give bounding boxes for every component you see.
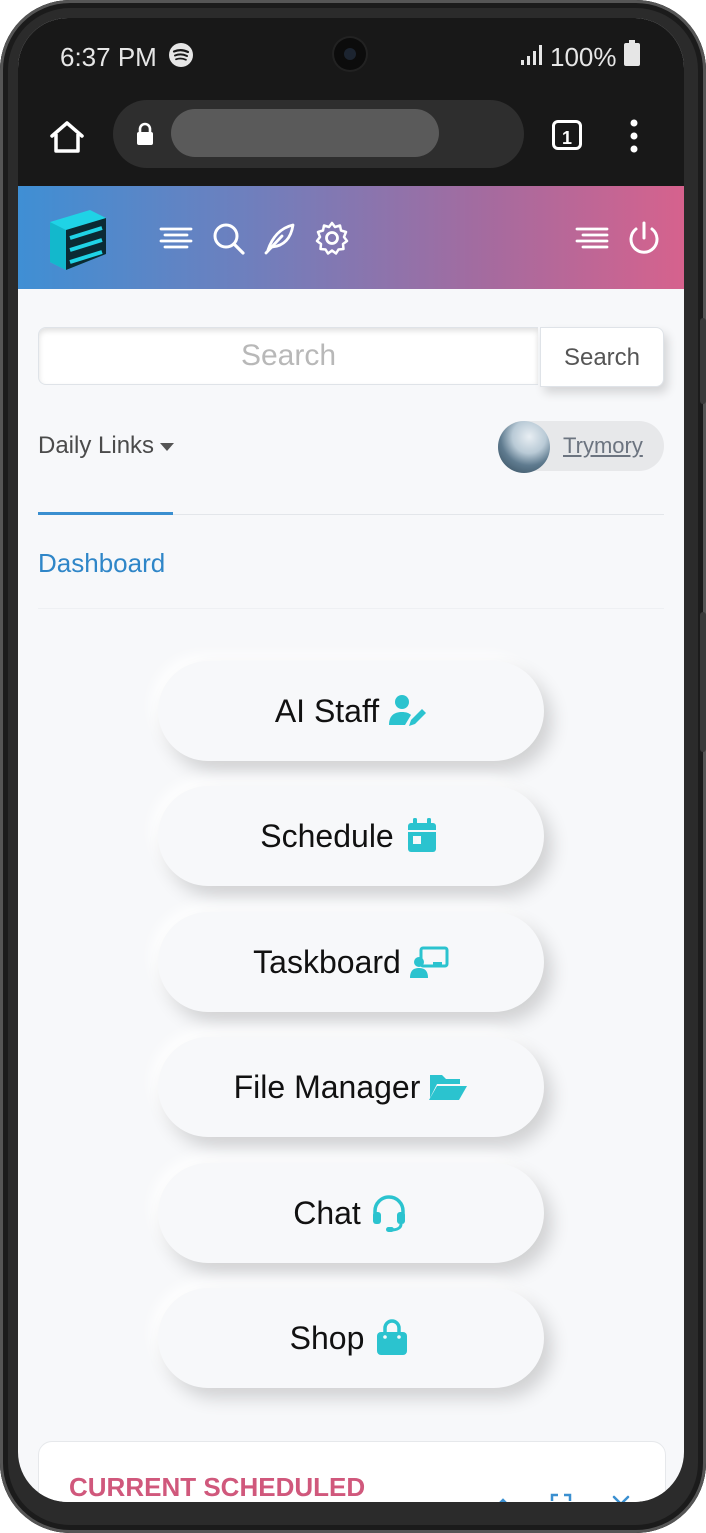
- phone-frame: 6:37 PM 100% 1 Search Search Daily Links…: [0, 0, 706, 1533]
- user-chip[interactable]: Trymory: [498, 421, 664, 473]
- status-time: 6:37 PM: [60, 42, 157, 72]
- card-title: CURRENT SCHEDULED: [69, 1472, 366, 1502]
- signal-icon: [521, 45, 542, 65]
- feather-icon[interactable]: [262, 220, 298, 256]
- headset-icon: [369, 1193, 409, 1233]
- shop-label: Shop: [289, 1319, 365, 1356]
- battery-icon: [624, 40, 640, 66]
- browser-toolbar: 1: [18, 100, 684, 186]
- shopping-bag-icon: [372, 1318, 412, 1358]
- expand-icon[interactable]: [549, 1492, 573, 1502]
- taskboard-button[interactable]: Taskboard: [158, 912, 544, 1012]
- more-vert-icon[interactable]: [624, 118, 644, 154]
- chat-button[interactable]: Chat: [158, 1163, 544, 1263]
- tab-switcher-button[interactable]: 1: [552, 120, 582, 150]
- volume-button: [700, 318, 706, 404]
- battery-percentage: 100%: [550, 42, 617, 72]
- file-manager-button[interactable]: File Manager: [158, 1037, 544, 1137]
- spotify-icon: [169, 43, 193, 67]
- chevron-up-icon[interactable]: [491, 1492, 515, 1502]
- taskboard-label: Taskboard: [253, 943, 401, 980]
- file-manager-label: File Manager: [233, 1068, 421, 1105]
- scheduled-card: CURRENT SCHEDULED: [38, 1441, 666, 1502]
- schedule-button[interactable]: Schedule: [158, 786, 544, 886]
- menu-lines-icon[interactable]: [158, 220, 194, 256]
- calendar-icon: [402, 816, 442, 856]
- logo[interactable]: [44, 204, 114, 276]
- chat-label: Chat: [293, 1194, 361, 1231]
- ai-staff-label: AI Staff: [274, 692, 380, 729]
- avatar: [498, 421, 550, 473]
- search-button[interactable]: Search: [540, 327, 664, 387]
- user-edit-icon: [387, 691, 427, 731]
- url-redacted: [171, 109, 439, 157]
- ai-staff-button[interactable]: AI Staff: [158, 661, 544, 761]
- tab-dashboard[interactable]: Dashboard: [38, 548, 165, 579]
- power-side-button: [700, 612, 706, 752]
- chalkboard-user-icon: [409, 942, 449, 982]
- home-icon[interactable]: [48, 118, 86, 156]
- caret-down-icon: [160, 442, 175, 451]
- user-name-link[interactable]: Trymory: [563, 433, 643, 459]
- close-icon[interactable]: [609, 1492, 633, 1502]
- app-header: [18, 186, 684, 289]
- gear-icon[interactable]: [314, 220, 350, 256]
- search-input[interactable]: [38, 327, 538, 385]
- screen: 6:37 PM 100% 1 Search Search Daily Links…: [18, 18, 684, 1502]
- section-divider: [38, 608, 664, 609]
- search-icon[interactable]: [210, 220, 246, 256]
- schedule-label: Schedule: [260, 817, 394, 854]
- lock-icon: [137, 122, 153, 145]
- daily-links-label: Daily Links: [38, 432, 155, 459]
- address-bar[interactable]: [113, 100, 524, 168]
- status-bar: 6:37 PM 100%: [18, 18, 684, 100]
- front-camera: [334, 38, 366, 70]
- tab-active-indicator: [38, 512, 173, 515]
- shop-button[interactable]: Shop: [158, 1288, 544, 1388]
- folder-open-icon: [428, 1067, 468, 1107]
- list-icon[interactable]: [574, 220, 610, 256]
- daily-links-dropdown[interactable]: Daily Links: [38, 432, 175, 460]
- power-icon[interactable]: [626, 220, 662, 256]
